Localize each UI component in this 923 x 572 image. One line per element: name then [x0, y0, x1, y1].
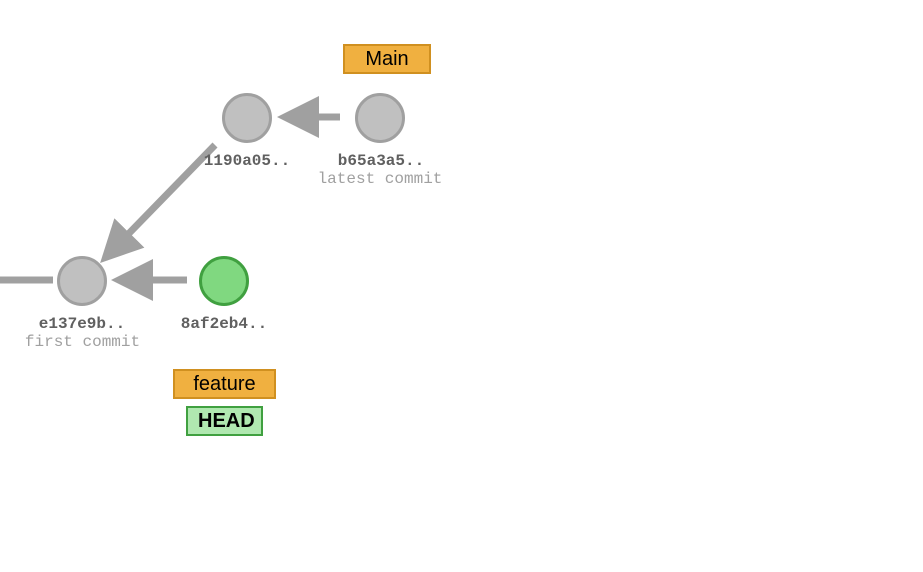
commit-node-b65a3a5 [355, 93, 405, 143]
commit-node-e137e9b [57, 256, 107, 306]
branch-label-main: Main [343, 44, 431, 74]
commit-hash-e137e9b: e137e9b.. [35, 315, 129, 333]
branch-label-feature: feature [173, 369, 276, 399]
commit-arrows [0, 0, 923, 572]
commit-msg-b65a3a5: latest commit [310, 170, 450, 188]
commit-hash-b65a3a5: b65a3a5.. [334, 152, 428, 170]
commit-node-1190a05 [222, 93, 272, 143]
commit-hash-1190a05: 1190a05.. [200, 152, 294, 170]
commit-hash-8af2eb4: 8af2eb4.. [177, 315, 271, 333]
commit-msg-e137e9b: first commit [20, 333, 145, 351]
head-label: HEAD [186, 406, 263, 436]
commit-node-8af2eb4-head [199, 256, 249, 306]
